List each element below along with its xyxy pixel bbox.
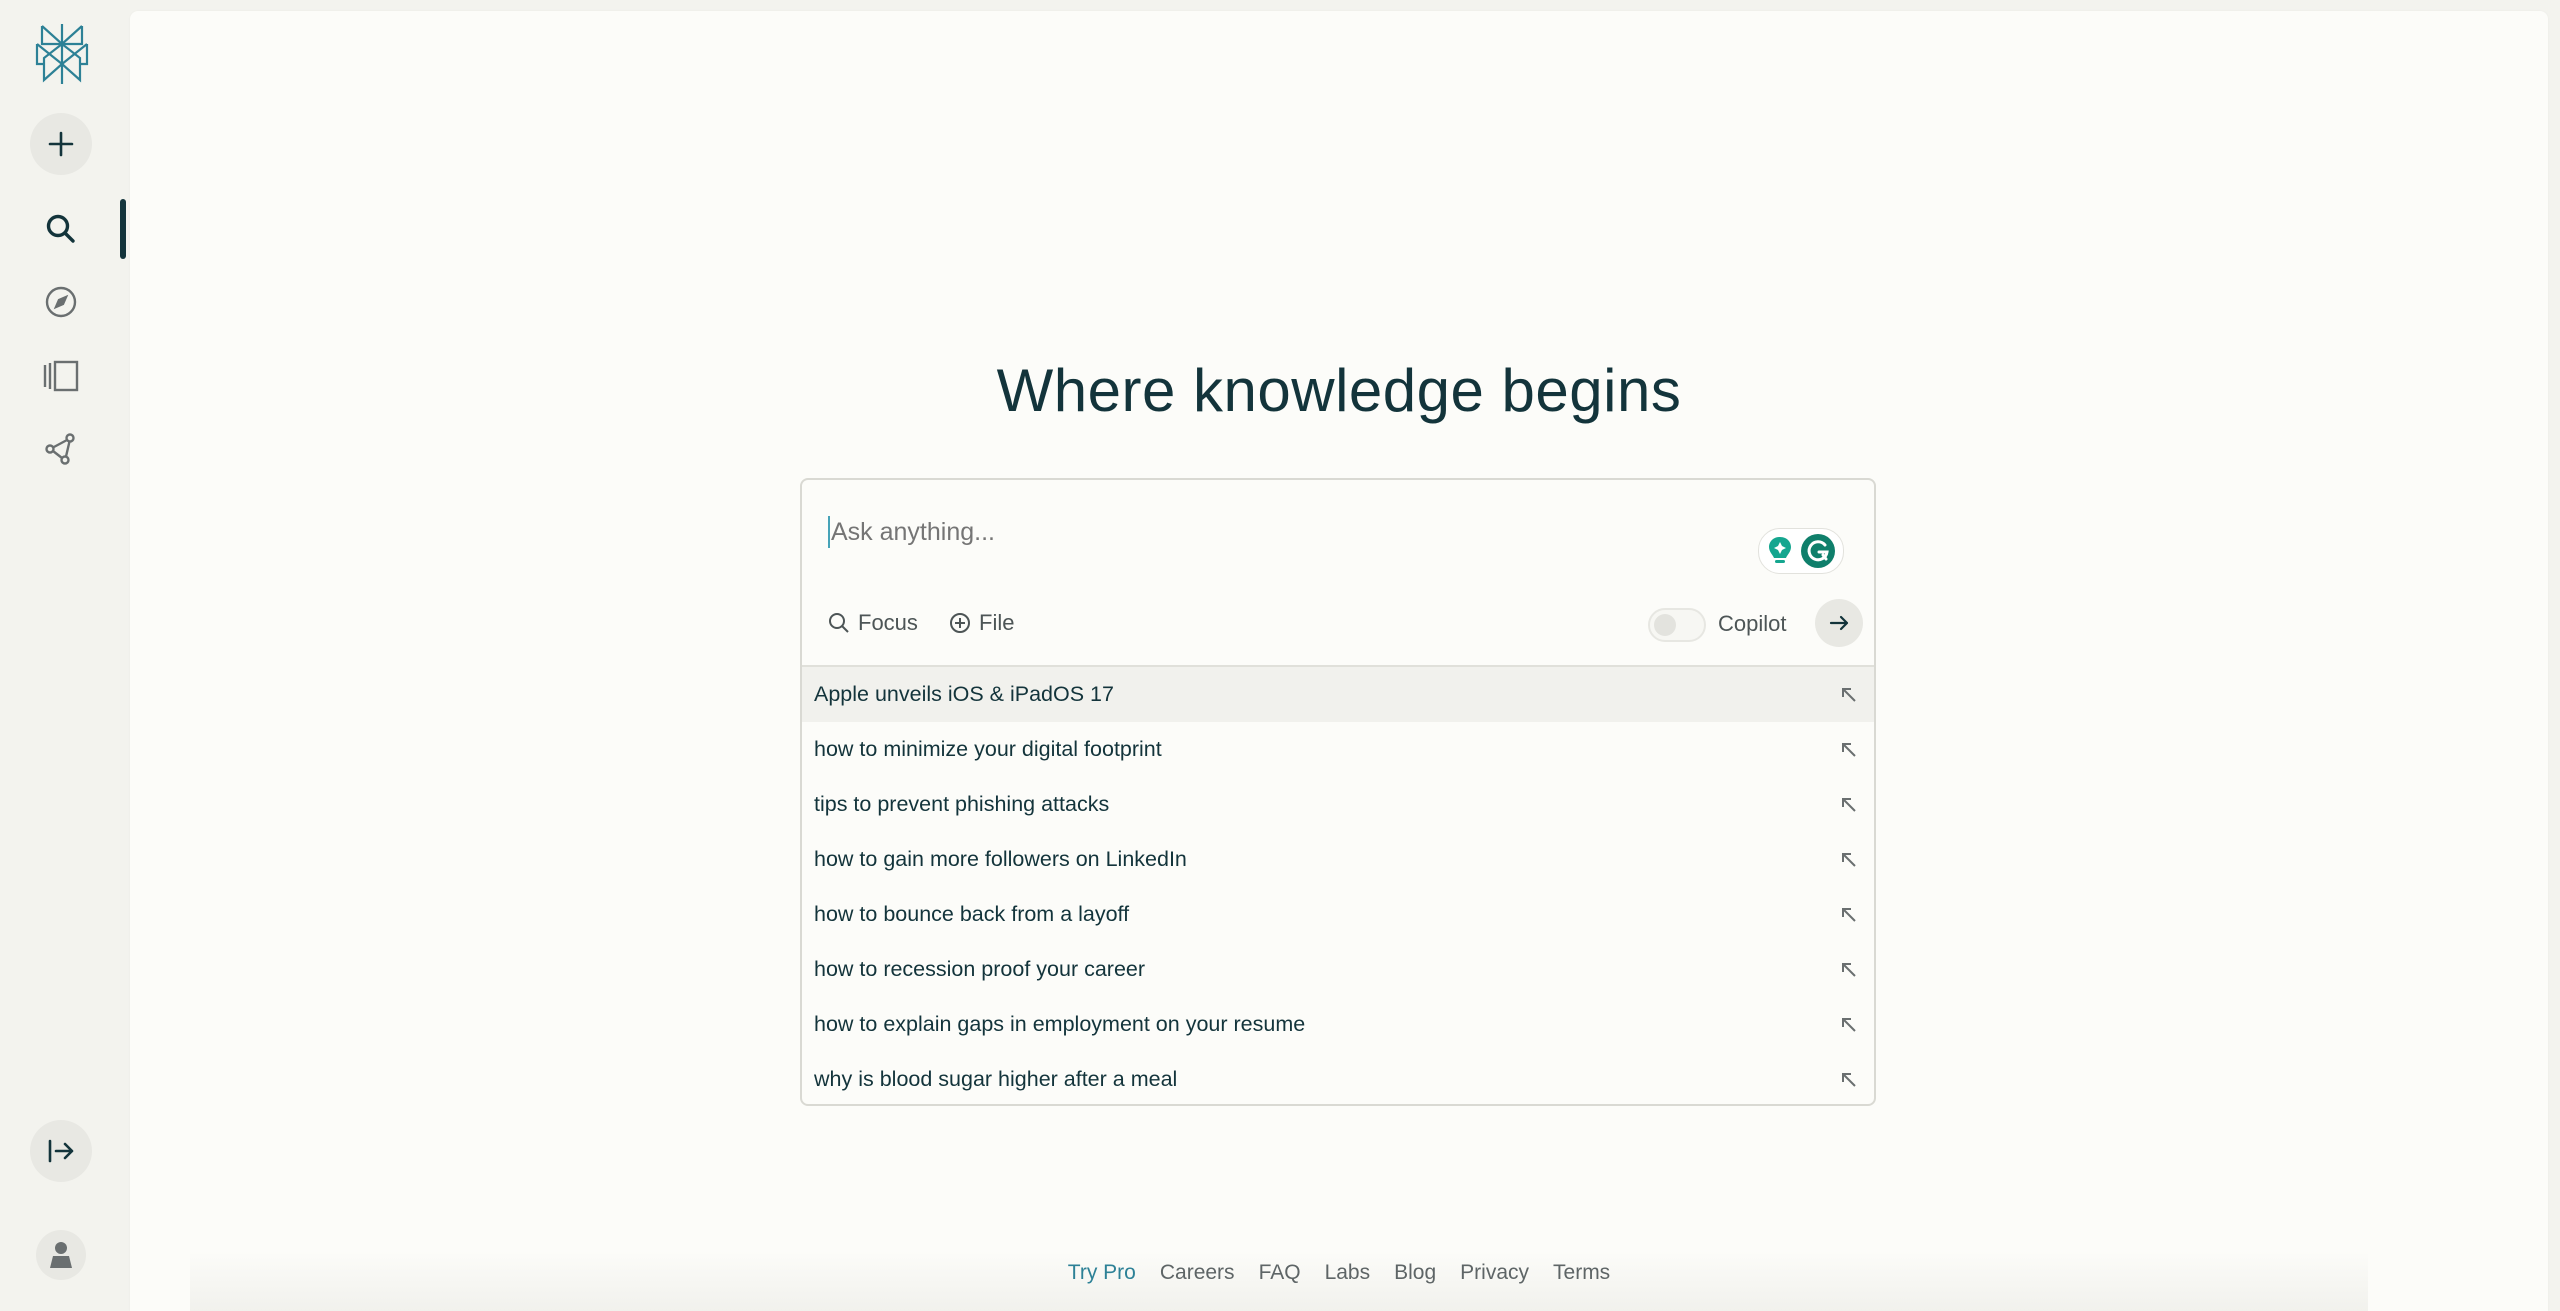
grammarly-icon [1801,534,1835,568]
compass-icon [45,286,77,318]
sidebar-item-spaces[interactable] [38,426,84,472]
footer-link-labs[interactable]: Labs [1325,1261,1371,1285]
suggestion-item[interactable]: how to gain more followers on LinkedIn [802,832,1874,887]
grammarly-extension[interactable] [1758,528,1844,574]
arrow-up-left-icon [1842,687,1856,702]
sidebar-item-discover[interactable] [38,279,84,325]
suggestion-item[interactable]: tips to prevent phishing attacks [802,777,1874,832]
suggestion-item[interactable]: Apple unveils iOS & iPadOS 17 [802,667,1874,722]
footer-link-try-pro[interactable]: Try Pro [1068,1261,1136,1285]
footer-link-careers[interactable]: Careers [1160,1261,1235,1285]
arrow-right-bar-icon [48,1139,74,1163]
plus-circle-icon [950,613,970,633]
suggestion-text: why is blood sugar higher after a meal [814,1067,1178,1091]
active-indicator [120,199,126,259]
file-label: File [979,610,1015,635]
focus-label: Focus [858,610,918,635]
sidebar [0,0,126,1301]
suggestion-text: how to minimize your digital footprint [814,737,1162,761]
user-icon [50,1242,72,1268]
suggestion-text: how to bounce back from a layoff [814,902,1130,926]
footer-links: Try Pro Careers FAQ Labs Blog Privacy Te… [130,1261,2548,1285]
file-button[interactable]: File [949,608,1014,638]
suggestion-text: tips to prevent phishing attacks [814,792,1110,816]
share-graph-icon [45,433,75,465]
page-title: Where knowledge begins [996,357,1682,424]
copilot-toggle[interactable] [1648,608,1706,642]
arrow-up-left-icon [1842,852,1856,867]
arrow-up-left-icon [1842,1017,1856,1032]
lightbulb-icon [1769,537,1791,563]
submit-button[interactable] [1815,599,1863,647]
search-icon [829,613,849,633]
footer-link-privacy[interactable]: Privacy [1460,1261,1529,1285]
arrow-right-icon [1829,615,1849,631]
suggestion-item[interactable]: how to bounce back from a layoff [802,887,1874,942]
footer-link-terms[interactable]: Terms [1553,1261,1610,1285]
suggestion-text: how to gain more followers on LinkedIn [814,847,1187,871]
search-input[interactable] [828,516,1733,548]
plus-icon [48,131,74,157]
sidebar-item-home[interactable] [38,206,84,252]
suggestion-item[interactable]: how to minimize your digital footprint [802,722,1874,777]
toggle-knob [1654,614,1676,636]
account-button[interactable] [36,1230,86,1280]
copilot-label: Copilot [1718,611,1787,636]
expand-sidebar-button[interactable] [30,1120,92,1182]
suggestion-item[interactable]: why is blood sugar higher after a meal [802,1052,1874,1104]
suggestion-text: how to explain gaps in employment on you… [814,1012,1306,1036]
arrow-up-left-icon [1842,1072,1856,1087]
arrow-up-left-icon [1842,797,1856,812]
suggestion-list: Apple unveils iOS & iPadOS 17 how to min… [802,667,1874,1104]
library-icon [43,360,79,392]
footer-link-faq[interactable]: FAQ [1259,1261,1301,1285]
arrow-up-left-icon [1842,962,1856,977]
suggestion-text: Apple unveils iOS & iPadOS 17 [814,682,1114,706]
footer-link-blog[interactable]: Blog [1394,1261,1436,1285]
sidebar-item-library[interactable] [38,353,84,399]
new-thread-button[interactable] [30,113,92,175]
suggestion-item[interactable]: how to explain gaps in employment on you… [802,997,1874,1052]
main-panel: Where knowledge begins Focus File Copilo… [130,11,2548,1311]
suggestion-text: how to recession proof your career [814,957,1146,981]
search-icon [46,214,75,243]
search-box: Focus File Copilot Apple unveils iOS & i… [800,478,1876,1106]
perplexity-logo-icon[interactable] [34,22,90,86]
arrow-up-left-icon [1842,907,1856,922]
focus-button[interactable]: Focus [828,608,918,638]
arrow-up-left-icon [1842,742,1856,757]
suggestion-item[interactable]: how to recession proof your career [802,942,1874,997]
